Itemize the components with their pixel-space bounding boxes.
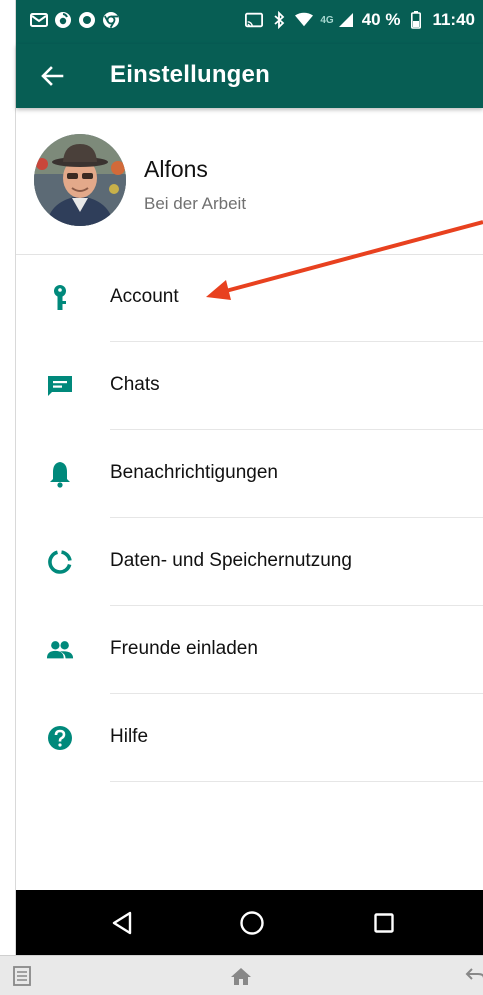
signal-icon — [337, 11, 355, 29]
record-icon — [78, 11, 96, 29]
arrow-back-icon[interactable] — [38, 62, 66, 90]
menu-item-chats[interactable]: Chats — [16, 342, 483, 430]
separator — [110, 781, 483, 782]
profile-status: Bei der Arbeit — [144, 194, 247, 213]
bell-icon — [46, 460, 74, 488]
system-nav-bar — [16, 890, 483, 955]
menu-label-notifications: Benachrichtigungen — [110, 462, 278, 483]
bottom-toolbar — [0, 955, 483, 995]
menu-item-data-usage[interactable]: Daten- und Speichernutzung — [16, 518, 483, 606]
menu-item-notifications[interactable]: Benachrichtigungen — [16, 430, 483, 518]
status-right-icons: 4G 40 % 11:40 — [245, 10, 475, 30]
menu-label-data-usage: Daten- und Speichernutzung — [110, 550, 352, 571]
menu-label-help: Hilfe — [110, 726, 149, 747]
data-usage-icon — [46, 548, 74, 576]
network-type: 4G — [320, 14, 334, 26]
key-icon — [46, 284, 74, 312]
menu-label-account: Account — [110, 286, 179, 307]
menu-label-chats: Chats — [110, 374, 160, 395]
home-circle-icon[interactable] — [238, 909, 266, 937]
chat-icon — [46, 372, 74, 400]
phone-screen: 4G 40 % 11:40 Einstellungen Alfons Bei d… — [0, 0, 483, 995]
people-icon — [46, 636, 74, 664]
menu-item-invite-friends[interactable]: Freunde einladen — [16, 606, 483, 694]
battery-icon — [407, 11, 425, 29]
menu-label-invite-friends: Freunde einladen — [110, 638, 258, 659]
menu-doc-icon[interactable] — [11, 965, 33, 987]
undo-icon[interactable] — [464, 965, 483, 987]
help-icon — [46, 724, 74, 752]
annotation-arrow — [206, 220, 483, 300]
profile-name: Alfons — [144, 156, 208, 182]
recents-square-icon[interactable] — [370, 909, 398, 937]
status-bar: 4G 40 % 11:40 — [16, 0, 483, 44]
battery-level: 40 % — [361, 10, 401, 29]
left-frame — [0, 0, 16, 955]
chrome-icon — [102, 11, 120, 29]
menu-item-help[interactable]: Hilfe — [16, 694, 483, 782]
wifi-icon — [295, 11, 314, 29]
clock: 11:40 — [432, 10, 475, 29]
page-title: Einstellungen — [110, 61, 270, 88]
cast-icon — [245, 11, 264, 29]
home-icon[interactable] — [230, 965, 252, 987]
avatar[interactable] — [34, 134, 126, 226]
app-bar: Einstellungen — [16, 44, 483, 108]
back-triangle-icon[interactable] — [108, 909, 136, 937]
vodafone-icon — [54, 11, 72, 29]
bluetooth-icon — [270, 11, 288, 29]
gmail-icon — [30, 11, 48, 29]
status-left-icons — [30, 11, 120, 29]
